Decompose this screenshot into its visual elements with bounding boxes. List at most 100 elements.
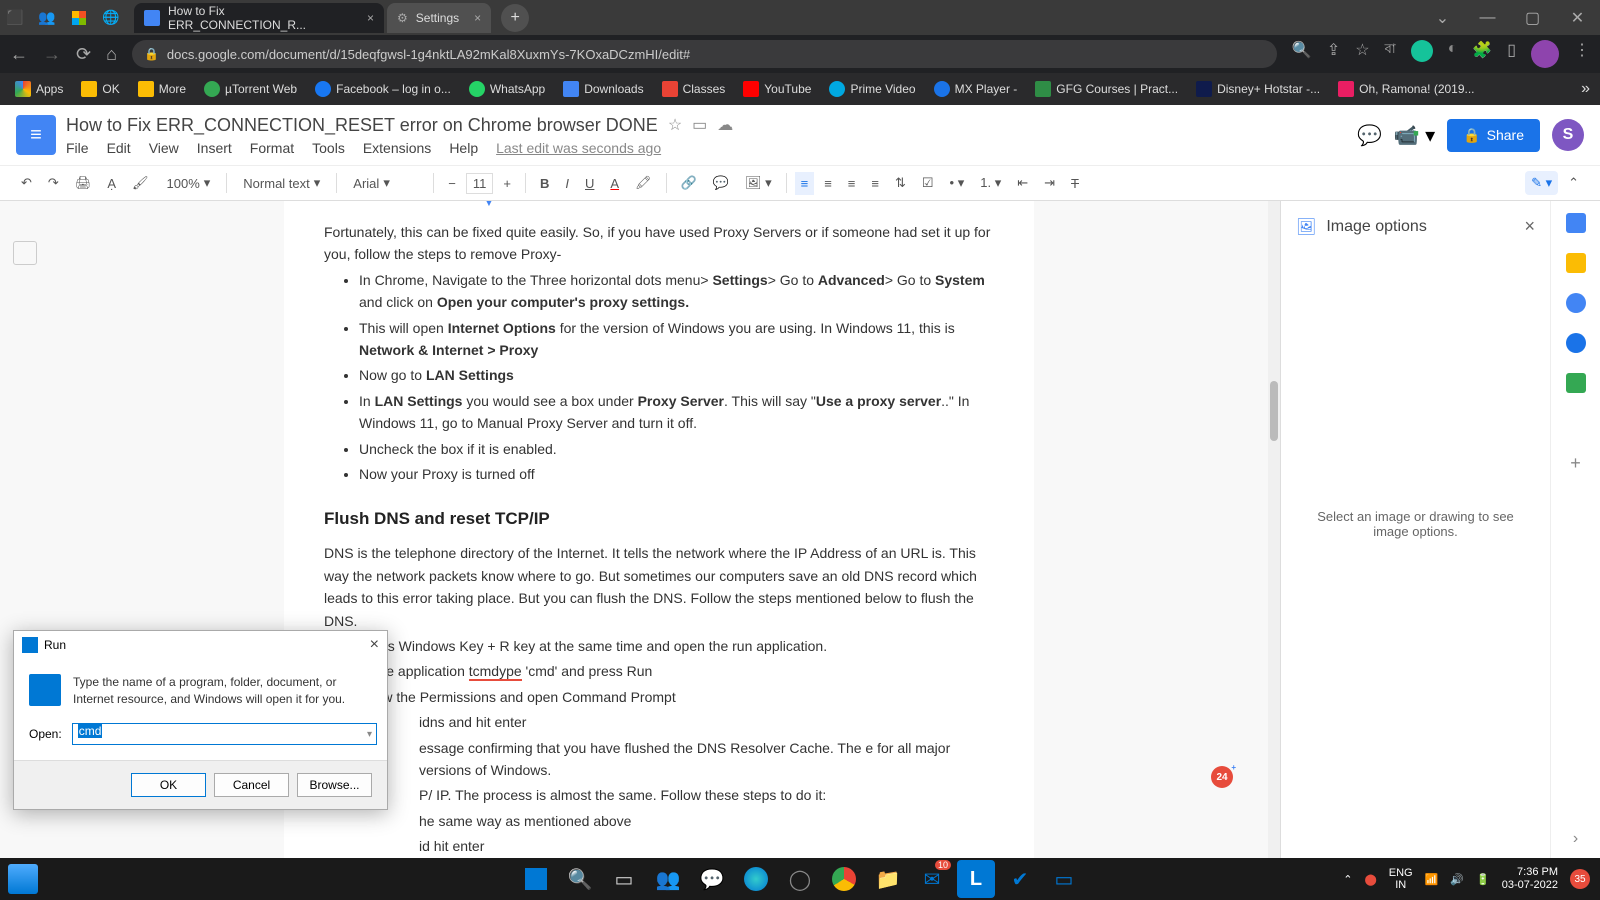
globe-icon[interactable]: 🌐 bbox=[96, 3, 126, 33]
share-button[interactable]: 🔒 Share bbox=[1447, 119, 1540, 152]
reload-button[interactable]: ⟳ bbox=[76, 44, 91, 65]
bookmark-item[interactable]: YouTube bbox=[738, 81, 816, 97]
menu-view[interactable]: View bbox=[149, 140, 179, 156]
close-icon[interactable]: × bbox=[474, 11, 481, 25]
close-icon[interactable]: × bbox=[367, 11, 374, 25]
font-size-input[interactable]: 11 bbox=[466, 173, 494, 194]
maps-icon[interactable] bbox=[1566, 373, 1586, 393]
page-content[interactable]: ▼ Fortunately, this can be fixed quite e… bbox=[284, 201, 1034, 858]
menu-icon[interactable]: ⋮ bbox=[1574, 40, 1590, 68]
comment-button[interactable]: 💬 bbox=[707, 171, 735, 195]
align-right-button[interactable]: ≡ bbox=[842, 172, 862, 195]
menu-extensions[interactable]: Extensions bbox=[363, 140, 431, 156]
zoom-icon[interactable]: 🔍 bbox=[1292, 40, 1312, 68]
taskview-button[interactable]: ▭ bbox=[605, 860, 643, 898]
contacts-icon[interactable] bbox=[1566, 333, 1586, 353]
bookmark-item[interactable]: Facebook – log in o... bbox=[310, 81, 456, 97]
bullet-list-button[interactable]: • ▾ bbox=[944, 171, 971, 195]
teams-icon[interactable]: 👥 bbox=[32, 3, 62, 33]
increase-font-button[interactable]: + bbox=[497, 172, 517, 195]
menu-help[interactable]: Help bbox=[449, 140, 478, 156]
menu-file[interactable]: File bbox=[66, 140, 89, 156]
cloud-icon[interactable]: ☁ bbox=[717, 115, 733, 135]
comment-icon[interactable]: 💬 bbox=[1357, 123, 1382, 148]
bookmark-item[interactable]: Disney+ Hotstar -... bbox=[1191, 81, 1325, 97]
apps-bookmark[interactable]: Apps bbox=[10, 81, 68, 97]
redo-button[interactable]: ↷ bbox=[42, 171, 65, 195]
chrome-app[interactable] bbox=[825, 860, 863, 898]
home-button[interactable]: ⌂ bbox=[106, 44, 117, 65]
image-button[interactable]: 🖼 ▾ bbox=[739, 171, 778, 195]
clock[interactable]: 7:36 PM 03-07-2022 bbox=[1502, 866, 1558, 892]
clear-format-button[interactable]: T bbox=[1065, 172, 1085, 195]
share-icon[interactable]: ⇪ bbox=[1327, 40, 1340, 68]
battery-icon[interactable]: 🔋 bbox=[1476, 873, 1490, 886]
link-button[interactable]: 🔗 bbox=[675, 171, 703, 195]
dropdown-icon[interactable]: ⌄ bbox=[1420, 0, 1465, 35]
notification-count[interactable]: 35 bbox=[1570, 869, 1590, 889]
minimize-button[interactable]: — bbox=[1465, 0, 1510, 35]
wifi-icon[interactable]: 📶 bbox=[1425, 873, 1439, 886]
collapse-toolbar-button[interactable]: ⌃ bbox=[1562, 171, 1585, 195]
opera-app[interactable]: ◯ bbox=[781, 860, 819, 898]
taskbar-app-icon[interactable] bbox=[8, 864, 38, 894]
menu-format[interactable]: Format bbox=[250, 140, 294, 156]
undo-button[interactable]: ↶ bbox=[15, 171, 38, 195]
tray-chevron-icon[interactable]: ⌃ bbox=[1343, 873, 1352, 886]
paint-format-button[interactable]: 🖌 bbox=[126, 171, 155, 195]
forward-button[interactable]: → bbox=[43, 44, 61, 65]
align-left-button[interactable]: ≡ bbox=[795, 172, 815, 195]
notification-badge[interactable]: 24+ bbox=[1211, 766, 1233, 788]
align-center-button[interactable]: ≡ bbox=[818, 172, 838, 195]
browse-button[interactable]: Browse... bbox=[297, 773, 372, 797]
cancel-button[interactable]: Cancel bbox=[214, 773, 289, 797]
bookmark-item[interactable]: MX Player - bbox=[929, 81, 1023, 97]
move-icon[interactable]: ▭ bbox=[692, 115, 707, 135]
calendar-icon[interactable] bbox=[1566, 213, 1586, 233]
tasks-icon[interactable] bbox=[1566, 293, 1586, 313]
tab-docs[interactable]: How to Fix ERR_CONNECTION_R... × bbox=[134, 3, 384, 33]
edge-app[interactable] bbox=[737, 860, 775, 898]
menu-insert[interactable]: Insert bbox=[197, 140, 232, 156]
whatsapp-app[interactable]: 💬 bbox=[693, 860, 731, 898]
office-icon[interactable]: ⬛ bbox=[0, 3, 30, 33]
panel-toggle-icon[interactable]: › bbox=[1573, 830, 1578, 848]
ms-icon[interactable] bbox=[64, 3, 94, 33]
bookmark-item[interactable]: µTorrent Web bbox=[199, 81, 302, 97]
bookmark-item[interactable]: More bbox=[133, 81, 191, 97]
todo-app[interactable]: ✔ bbox=[1001, 860, 1039, 898]
document-title[interactable]: How to Fix ERR_CONNECTION_RESET error on… bbox=[66, 115, 658, 136]
font-select[interactable]: Arial ▾ bbox=[345, 171, 425, 195]
run-app[interactable]: ▭ bbox=[1045, 860, 1083, 898]
open-input[interactable]: cmd bbox=[72, 723, 377, 745]
scroll-thumb[interactable] bbox=[1270, 381, 1278, 441]
style-select[interactable]: Normal text ▾ bbox=[235, 171, 328, 195]
text-color-button[interactable]: A bbox=[604, 172, 625, 195]
ok-button[interactable]: OK bbox=[131, 773, 206, 797]
line-spacing-button[interactable]: ⇅ bbox=[889, 171, 912, 195]
bookmark-icon[interactable]: ☆ bbox=[1355, 40, 1369, 68]
align-justify-button[interactable]: ≡ bbox=[865, 172, 885, 195]
menu-edit[interactable]: Edit bbox=[107, 140, 131, 156]
bookmark-item[interactable]: Prime Video bbox=[824, 81, 920, 97]
panel-icon[interactable]: ▯ bbox=[1507, 40, 1516, 68]
bookmark-item[interactable]: Classes bbox=[657, 81, 731, 97]
outline-icon[interactable] bbox=[13, 241, 37, 265]
bookmark-item[interactable]: Downloads bbox=[558, 81, 648, 97]
number-list-button[interactable]: 1. ▾ bbox=[974, 171, 1007, 195]
back-button[interactable]: ← bbox=[10, 44, 28, 65]
volume-icon[interactable]: 🔊 bbox=[1450, 873, 1464, 886]
start-button[interactable] bbox=[517, 860, 555, 898]
close-button[interactable]: ✕ bbox=[1555, 0, 1600, 35]
close-icon[interactable]: × bbox=[370, 636, 379, 654]
search-button[interactable]: 🔍 bbox=[561, 860, 599, 898]
ruler-marker[interactable]: ▼ bbox=[484, 201, 494, 212]
address-bar[interactable]: 🔒 docs.google.com/document/d/15deqfgwsl-… bbox=[132, 40, 1277, 68]
keep-icon[interactable] bbox=[1566, 253, 1586, 273]
explorer-app[interactable]: 📁 bbox=[869, 860, 907, 898]
spellcheck-button[interactable]: Ạ bbox=[101, 172, 122, 195]
lang-indicator[interactable]: IN bbox=[1389, 879, 1413, 891]
bookmark-item[interactable]: OK bbox=[76, 81, 124, 97]
bookmark-item[interactable]: GFG Courses | Pract... bbox=[1030, 81, 1183, 97]
extensions-icon[interactable]: 🧩 bbox=[1472, 40, 1492, 68]
